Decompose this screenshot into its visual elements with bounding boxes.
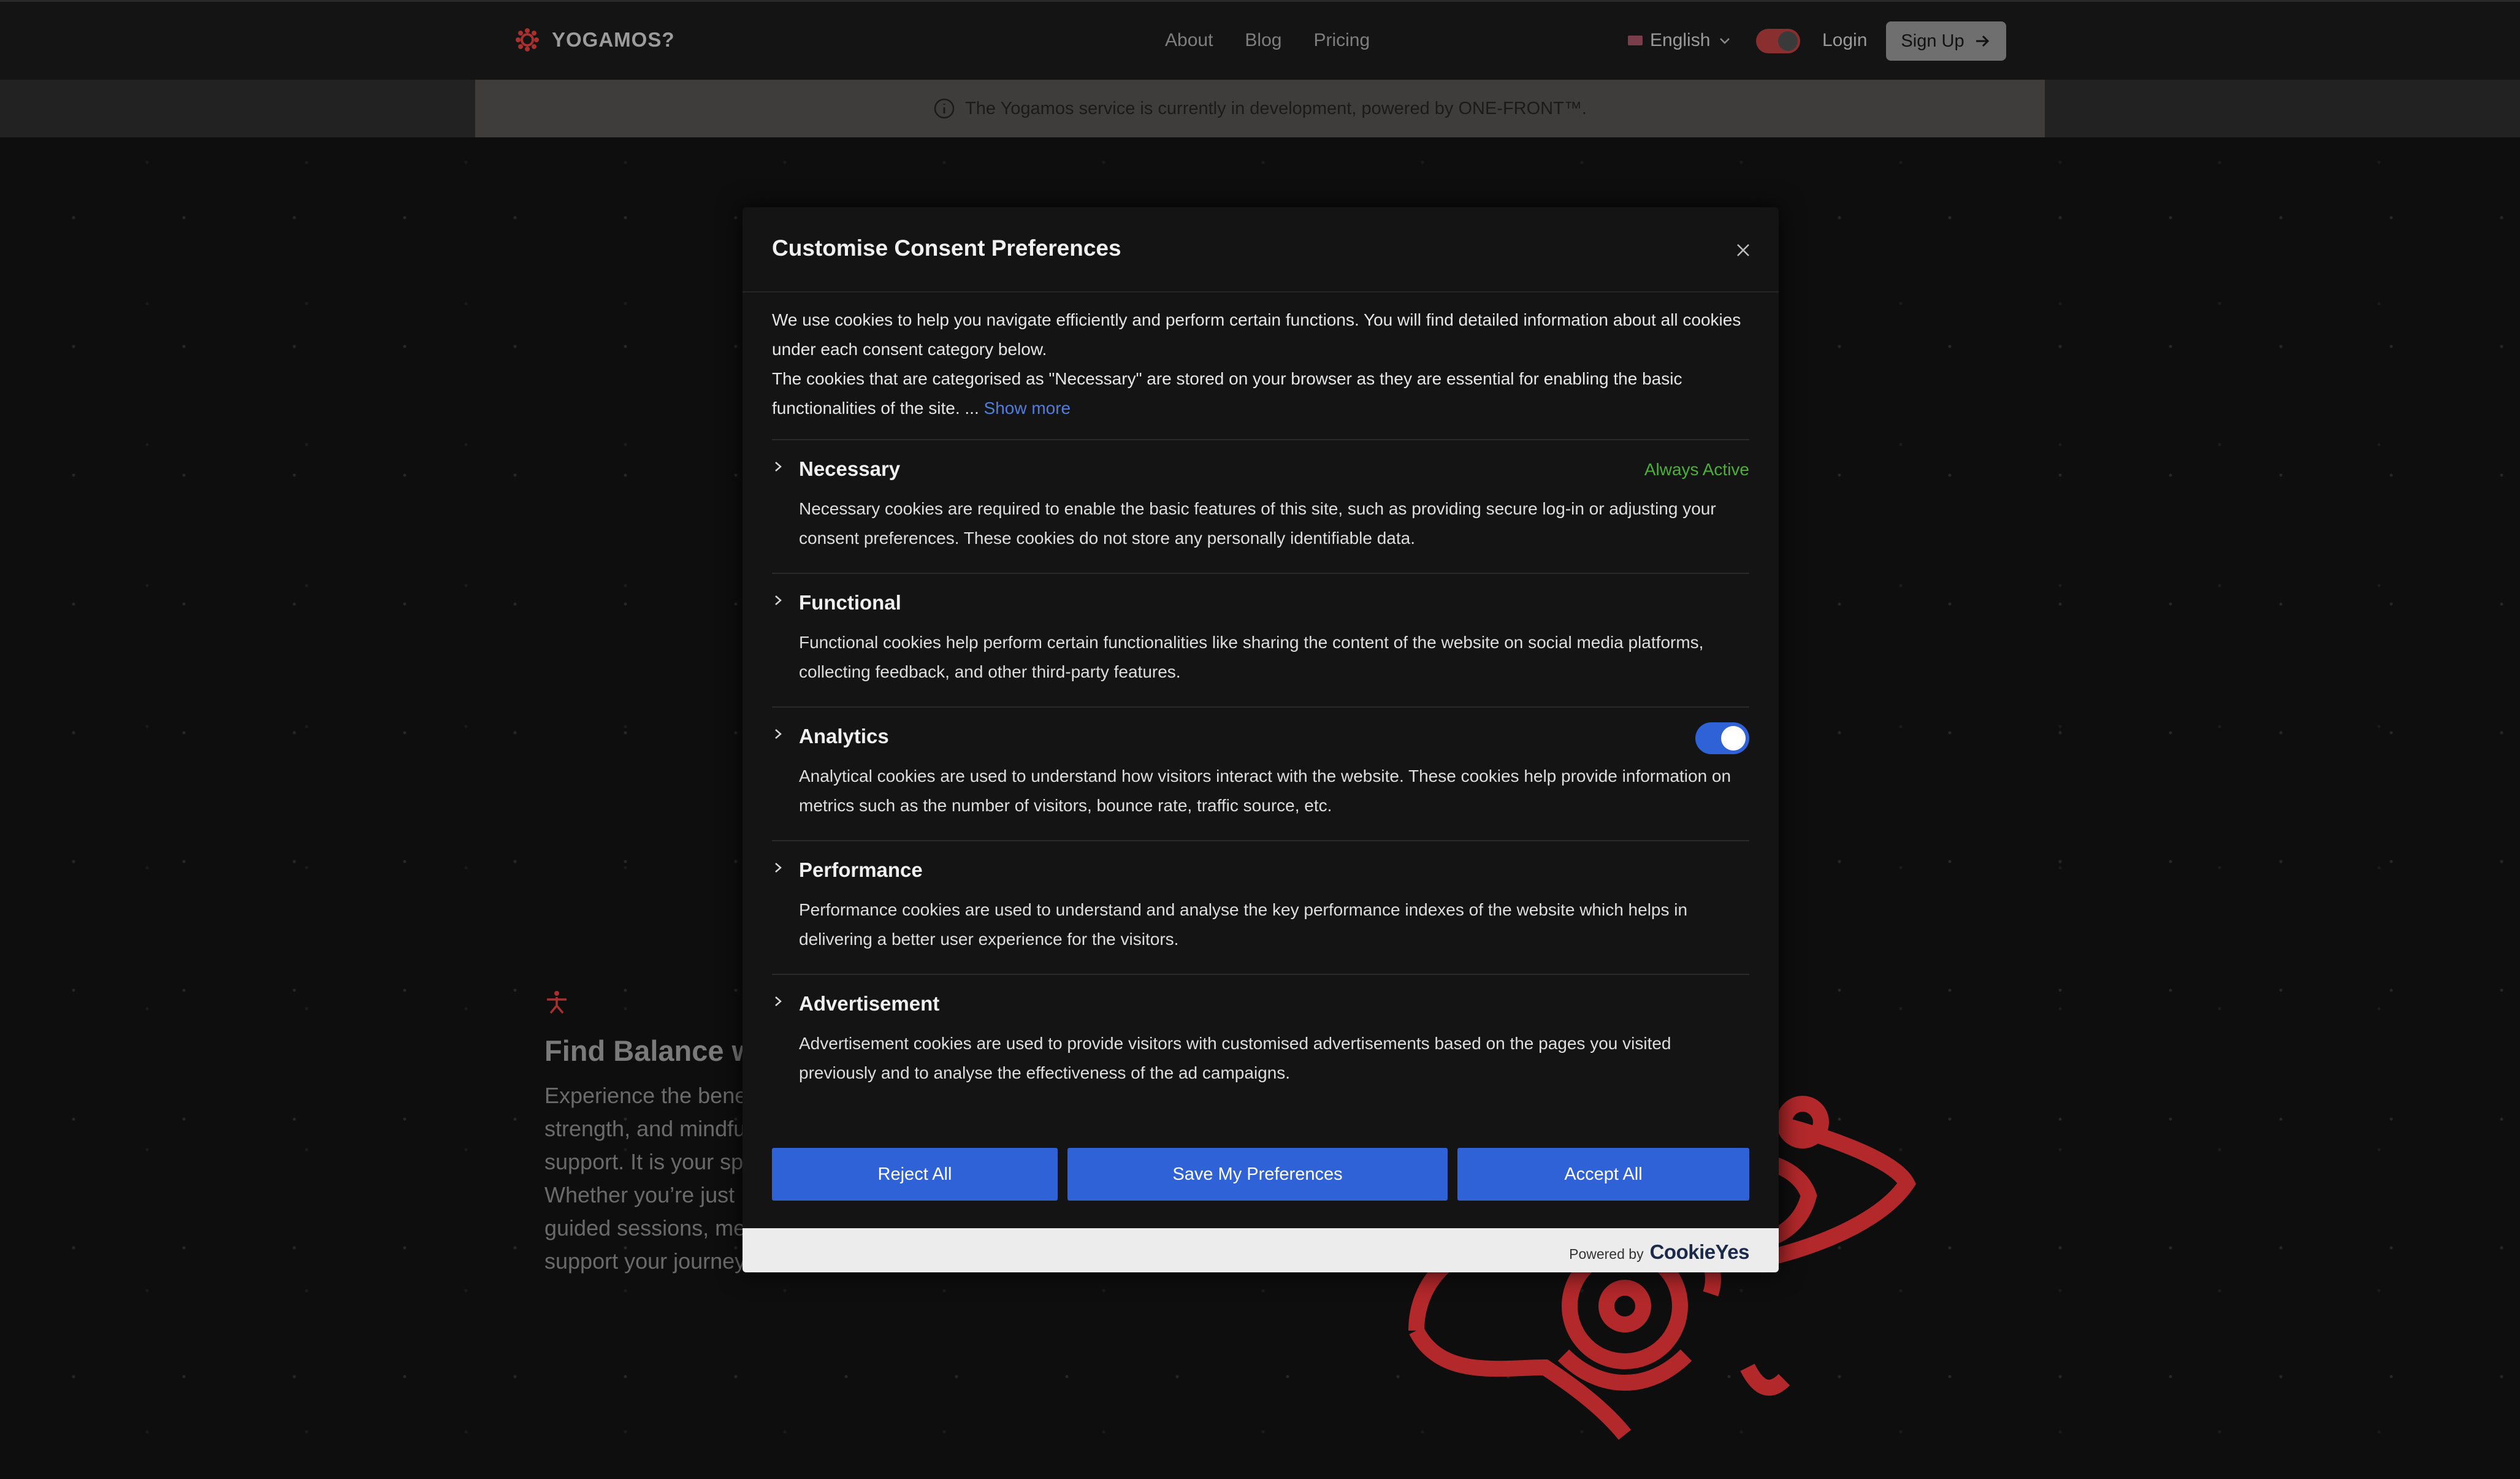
consent-preferences-modal: Customise Consent Preferences We use coo…	[743, 207, 1779, 1272]
modal-title: Customise Consent Preferences	[772, 235, 1121, 261]
intro-paragraph-2-text: The cookies that are categorised as "Nec…	[772, 369, 1682, 418]
cookieyes-logo[interactable]: CookieYes	[1650, 1240, 1750, 1264]
show-more-link[interactable]: Show more	[984, 399, 1071, 418]
powered-by-label: Powered by	[1569, 1246, 1644, 1262]
save-preferences-button[interactable]: Save My Preferences	[1067, 1148, 1448, 1201]
category-header[interactable]: Analytics	[772, 722, 1749, 754]
always-active-badge: Always Active	[1644, 460, 1749, 479]
category-description: Analytical cookies are used to understan…	[799, 766, 1732, 815]
category-necessary: Necessary Always Active Necessary cookie…	[772, 439, 1749, 573]
chevron-right-icon	[775, 729, 782, 739]
modal-footer: Powered by CookieYes	[743, 1228, 1779, 1272]
reject-all-button[interactable]: Reject All	[772, 1148, 1058, 1201]
category-title: Advertisement	[799, 992, 940, 1015]
category-header[interactable]: Advertisement	[772, 990, 1749, 1020]
category-analytics: Analytics Analytical cookies are used to…	[772, 706, 1749, 840]
chevron-right-icon	[775, 595, 782, 605]
chevron-right-icon	[775, 462, 782, 472]
category-performance: Performance Performance cookies are used…	[772, 840, 1749, 974]
modal-intro: We use cookies to help you navigate effi…	[772, 305, 1753, 423]
modal-header: Customise Consent Preferences	[743, 207, 1779, 292]
category-title: Functional	[799, 591, 901, 614]
category-title: Analytics	[799, 725, 889, 747]
powered-by: Powered by CookieYes	[1569, 1240, 1749, 1264]
category-title: Necessary	[799, 457, 901, 480]
chevron-right-icon	[775, 863, 782, 873]
category-header[interactable]: Performance	[772, 856, 1749, 887]
intro-paragraph-1: We use cookies to help you navigate effi…	[772, 310, 1741, 359]
toggle-knob	[1721, 726, 1746, 751]
close-icon[interactable]	[1732, 239, 1754, 261]
category-description: Advertisement cookies are used to provid…	[799, 1034, 1671, 1082]
intro-paragraph-2: The cookies that are categorised as "Nec…	[772, 364, 1753, 423]
category-functional: Functional Functional cookies help perfo…	[772, 573, 1749, 706]
category-title: Performance	[799, 858, 923, 881]
category-description: Performance cookies are used to understa…	[799, 900, 1688, 949]
category-description: Necessary cookies are required to enable…	[799, 499, 1716, 548]
category-description: Functional cookies help perform certain …	[799, 633, 1704, 681]
category-header[interactable]: Functional	[772, 589, 1749, 619]
analytics-toggle[interactable]	[1695, 722, 1749, 754]
category-advertisement: Advertisement Advertisement cookies are …	[772, 974, 1749, 1107]
chevron-right-icon	[775, 996, 782, 1006]
accept-all-button[interactable]: Accept All	[1457, 1148, 1749, 1201]
category-header[interactable]: Necessary Always Active	[772, 455, 1749, 486]
